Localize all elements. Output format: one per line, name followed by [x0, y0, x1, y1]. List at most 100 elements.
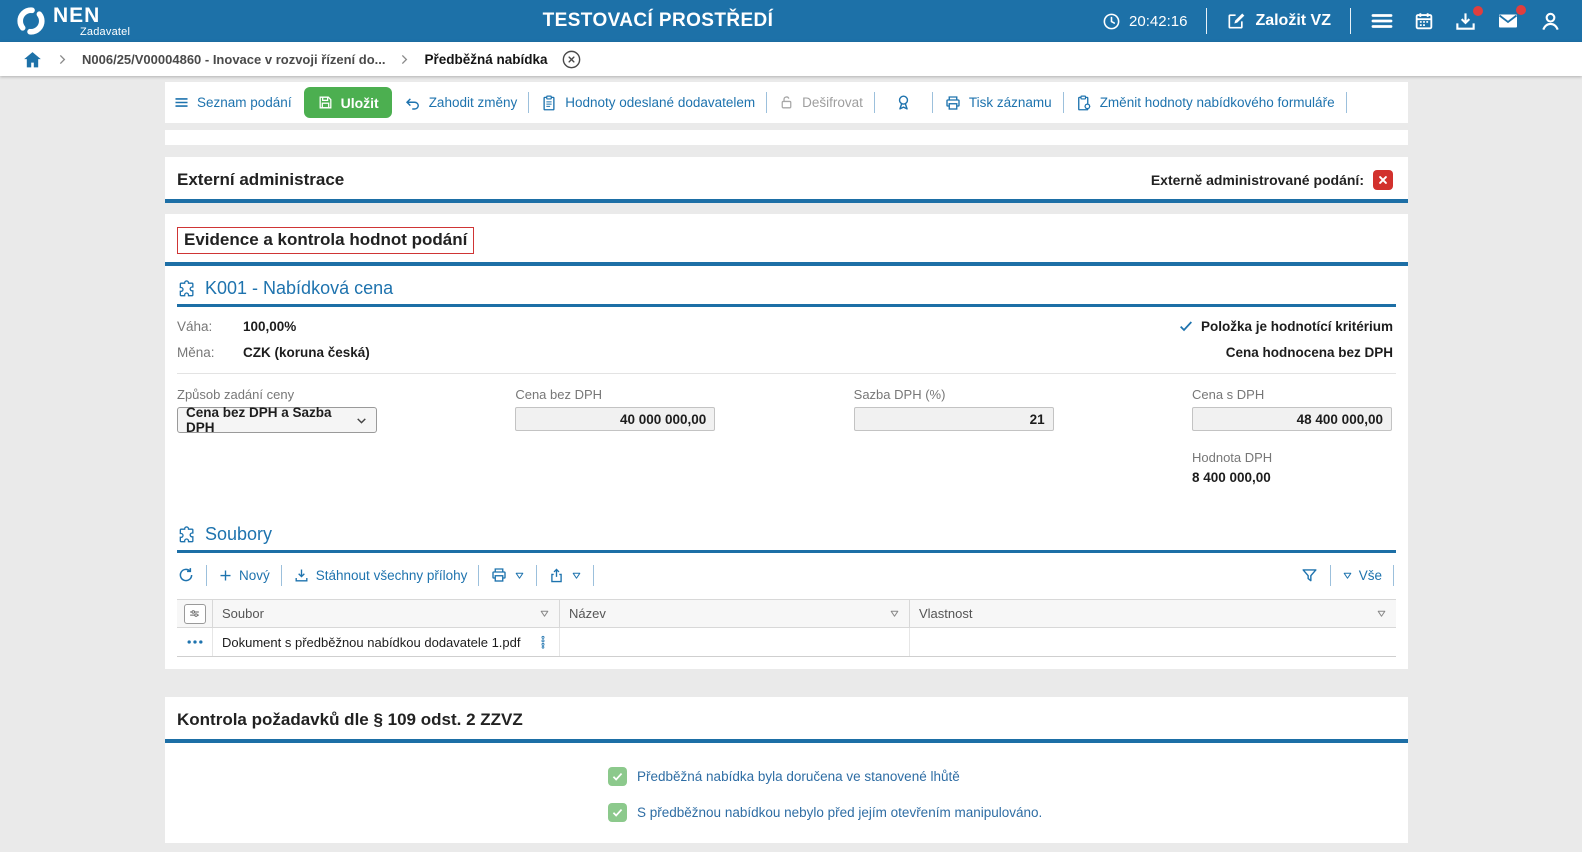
breadcrumb-current: Předběžná nabídka [424, 52, 547, 67]
list-submissions-button[interactable]: Seznam podání [173, 94, 292, 111]
print-files-button[interactable] [490, 566, 525, 584]
files-table-header: Soubor Název [177, 599, 1396, 628]
green-check-icon [608, 767, 627, 786]
nen-logo[interactable]: NEN Zadavatel [16, 5, 130, 38]
discard-changes-button[interactable]: Zahodit změny [404, 94, 518, 112]
currency-value: CZK (koruna česká) [243, 345, 370, 360]
weight-value: 100,00% [243, 319, 296, 334]
change-form-values-button[interactable]: Změnit hodnoty nabídkového formuláře [1075, 94, 1335, 112]
save-button[interactable]: Uložit [304, 87, 392, 118]
external-admin-flag-label: Externě administrované podání: [1151, 172, 1364, 188]
name-cell [560, 628, 910, 656]
evaluated-flag-label: Cena hodnocena bez DPH [1226, 345, 1393, 360]
divider [478, 565, 479, 586]
create-vz-button[interactable]: Založit VZ [1226, 11, 1331, 31]
column-filter-icon[interactable] [889, 608, 900, 619]
price-net-input[interactable] [515, 407, 715, 431]
chevron-down-icon [355, 414, 368, 427]
column-settings-button[interactable] [184, 604, 206, 624]
files-toolbar: Nový Stáhnout všechny přílohy [177, 560, 1394, 590]
file-name-cell[interactable]: Dokument s předběžnou nabídkou dodavatel… [222, 635, 521, 650]
files-heading: Soubory [177, 524, 1396, 553]
environment-title: TESTOVACÍ PROSTŘEDÍ [543, 10, 774, 32]
home-button[interactable] [22, 49, 43, 70]
row-actions-icon[interactable] [185, 632, 205, 652]
close-tab-button[interactable] [561, 49, 582, 70]
calendar-icon [1413, 10, 1435, 32]
section-underline [165, 739, 1408, 743]
external-admin-flag-no-icon[interactable] [1373, 170, 1393, 190]
divider [1346, 92, 1347, 113]
column-header-property[interactable]: Vlastnost [910, 600, 1396, 627]
divider [281, 565, 282, 586]
top-bar: NEN Zadavatel TESTOVACÍ PROSTŘEDÍ 20:42:… [0, 0, 1582, 42]
brand-subtitle: Zadavatel [80, 27, 130, 38]
k001-heading: K001 - Nabídková cena [177, 278, 1396, 307]
chevron-right-icon [398, 53, 411, 66]
dropdown-triangle-icon [1342, 570, 1353, 581]
requirement-check-1: Předběžná nabídka byla doručena ve stano… [608, 767, 1408, 786]
section-title-requirements: Kontrola požadavků dle § 109 odst. 2 ZZV… [177, 710, 523, 730]
divider [1206, 8, 1207, 34]
seal-button[interactable] [894, 93, 913, 112]
supplier-values-button[interactable]: Hodnoty odeslané dodavatelem [540, 94, 755, 112]
vat-rate-label: Sazba DPH (%) [854, 387, 1054, 402]
currency-label: Měna: [177, 345, 243, 360]
divider [766, 92, 767, 113]
divider [1330, 565, 1331, 586]
divider [593, 565, 594, 586]
divider [536, 565, 537, 586]
export-button[interactable] [548, 567, 582, 584]
downloads-button[interactable] [1454, 10, 1477, 33]
price-net-label: Cena bez DPH [515, 387, 715, 402]
section-underline [165, 199, 1408, 203]
breadcrumb-contract[interactable]: N006/25/V00004860 - Inovace v rozvoji ří… [82, 52, 385, 67]
column-filter-icon[interactable] [539, 608, 550, 619]
download-icon [293, 567, 310, 584]
printer-icon [490, 566, 508, 584]
plus-icon [218, 568, 233, 583]
divider [932, 92, 933, 113]
divider [177, 373, 1396, 374]
column-header-name[interactable]: Název [560, 600, 910, 627]
divider [874, 92, 875, 113]
main-menu-button[interactable] [1370, 9, 1394, 33]
column-header-file[interactable]: Soubor [213, 600, 560, 627]
download-all-button[interactable]: Stáhnout všechny přílohy [293, 567, 468, 584]
divider [1393, 565, 1394, 586]
price-gross-input[interactable] [1192, 407, 1392, 431]
decrypt-button[interactable]: Dešifrovat [778, 94, 863, 111]
divider [1063, 92, 1064, 113]
new-file-button[interactable]: Nový [218, 568, 270, 583]
external-admin-section: Externí administrace Externě administrov… [165, 157, 1408, 203]
dropdown-triangle-icon [571, 570, 582, 581]
criterion-flag-label: Položka je hodnotící kritérium [1201, 319, 1393, 334]
hamburger-icon [1370, 9, 1394, 33]
view-all-filter[interactable]: Vše [1342, 568, 1382, 583]
divider [528, 92, 529, 113]
check-icon [1178, 318, 1194, 334]
user-profile-button[interactable] [1539, 10, 1562, 33]
property-cell [910, 628, 1396, 656]
clock-time: 20:42:16 [1129, 13, 1187, 30]
table-row[interactable]: Dokument s předběžnou nabídkou dodavatel… [177, 628, 1396, 656]
clock: 20:42:16 [1102, 12, 1187, 31]
vat-amount-label: Hodnota DPH [1192, 450, 1392, 465]
seal-ribbon-icon [894, 93, 913, 112]
vat-rate-input[interactable] [854, 407, 1054, 431]
breadcrumb: N006/25/V00004860 - Inovace v rozvoji ří… [0, 42, 1582, 76]
person-icon [1539, 10, 1562, 33]
chevron-right-icon [56, 53, 69, 66]
print-record-button[interactable]: Tisk záznamu [944, 94, 1052, 112]
refresh-button[interactable] [177, 566, 195, 584]
filter-funnel-icon[interactable] [1300, 566, 1319, 585]
notification-dot [1516, 5, 1526, 15]
floppy-disk-icon [317, 94, 334, 111]
messages-button[interactable] [1496, 9, 1520, 33]
row-menu-icon[interactable] [536, 633, 550, 651]
calendar-button[interactable] [1413, 10, 1435, 32]
list-icon [173, 94, 190, 111]
price-method-select[interactable]: Cena bez DPH a Sazba DPH [177, 407, 377, 433]
column-filter-icon[interactable] [1376, 608, 1387, 619]
weight-label: Váha: [177, 319, 243, 334]
